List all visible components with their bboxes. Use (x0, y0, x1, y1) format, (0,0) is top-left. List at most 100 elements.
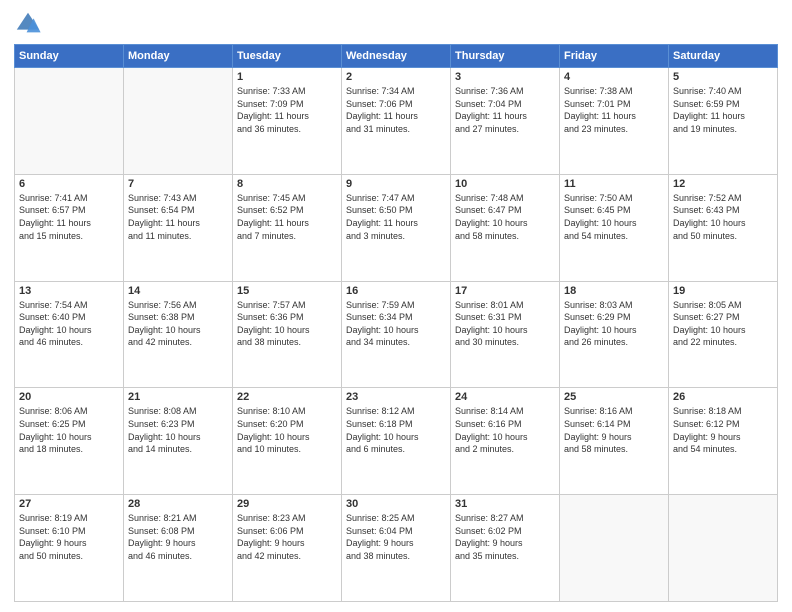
day-number: 12 (673, 178, 773, 190)
day-detail: Sunrise: 8:23 AM Sunset: 6:06 PM Dayligh… (237, 512, 337, 562)
day-number: 14 (128, 285, 228, 297)
day-number: 4 (564, 71, 664, 83)
day-number: 18 (564, 285, 664, 297)
calendar-day-header: Monday (124, 45, 233, 68)
calendar-cell: 2 Sunrise: 7:34 AM Sunset: 7:06 PM Daylig… (342, 68, 451, 175)
calendar-cell: 4 Sunrise: 7:38 AM Sunset: 7:01 PM Daylig… (560, 68, 669, 175)
day-number: 23 (346, 391, 446, 403)
page: SundayMondayTuesdayWednesdayThursdayFrid… (0, 0, 792, 612)
header (14, 10, 778, 38)
day-detail: Sunrise: 8:12 AM Sunset: 6:18 PM Dayligh… (346, 405, 446, 455)
day-number: 6 (19, 178, 119, 190)
calendar-day-header: Friday (560, 45, 669, 68)
day-detail: Sunrise: 7:56 AM Sunset: 6:38 PM Dayligh… (128, 299, 228, 349)
day-detail: Sunrise: 8:01 AM Sunset: 6:31 PM Dayligh… (455, 299, 555, 349)
calendar-cell: 3Sunrise: 7:36 AM Sunset: 7:04 PM Daylig… (451, 68, 560, 175)
calendar-cell: 5Sunrise: 7:40 AM Sunset: 6:59 PM Daylig… (669, 68, 778, 175)
calendar-cell: 27 Sunrise: 8:19 AM Sunset: 6:10 PM Dayli… (15, 495, 124, 602)
day-detail: Sunrise: 7:43 AM Sunset: 6:54 PM Dayligh… (128, 192, 228, 242)
calendar-cell: 10 Sunrise: 7:48 AM Sunset: 6:47 PM Dayli… (451, 174, 560, 281)
calendar-cell: 9Sunrise: 7:47 AM Sunset: 6:50 PM Daylig… (342, 174, 451, 281)
day-number: 13 (19, 285, 119, 297)
day-number: 26 (673, 391, 773, 403)
calendar-cell (124, 68, 233, 175)
day-number: 31 (455, 498, 555, 510)
day-number: 27 (19, 498, 119, 510)
calendar-week-row: 20Sunrise: 8:06 AM Sunset: 6:25 PM Dayli… (15, 388, 778, 495)
day-number: 5 (673, 71, 773, 83)
day-detail: Sunrise: 8:10 AM Sunset: 6:20 PM Dayligh… (237, 405, 337, 455)
calendar-cell: 11Sunrise: 7:50 AM Sunset: 6:45 PM Dayli… (560, 174, 669, 281)
calendar-week-row: 1Sunrise: 7:33 AM Sunset: 7:09 PM Daylig… (15, 68, 778, 175)
day-number: 9 (346, 178, 446, 190)
calendar-cell: 25Sunrise: 8:16 AM Sunset: 6:14 PM Dayli… (560, 388, 669, 495)
day-detail: Sunrise: 7:36 AM Sunset: 7:04 PM Dayligh… (455, 85, 555, 135)
calendar-week-row: 6Sunrise: 7:41 AM Sunset: 6:57 PM Daylig… (15, 174, 778, 281)
day-number: 17 (455, 285, 555, 297)
calendar-cell: 24 Sunrise: 8:14 AM Sunset: 6:16 PM Dayli… (451, 388, 560, 495)
day-detail: Sunrise: 7:52 AM Sunset: 6:43 PM Dayligh… (673, 192, 773, 242)
calendar-cell: 13 Sunrise: 7:54 AM Sunset: 6:40 PM Dayli… (15, 281, 124, 388)
day-number: 28 (128, 498, 228, 510)
day-detail: Sunrise: 7:34 AM Sunset: 7:06 PM Dayligh… (346, 85, 446, 135)
calendar-week-row: 27 Sunrise: 8:19 AM Sunset: 6:10 PM Dayli… (15, 495, 778, 602)
day-number: 25 (564, 391, 664, 403)
calendar-cell: 31 Sunrise: 8:27 AM Sunset: 6:02 PM Dayli… (451, 495, 560, 602)
day-detail: Sunrise: 7:48 AM Sunset: 6:47 PM Dayligh… (455, 192, 555, 242)
day-number: 15 (237, 285, 337, 297)
calendar-cell: 19 Sunrise: 8:05 AM Sunset: 6:27 PM Dayli… (669, 281, 778, 388)
day-number: 1 (237, 71, 337, 83)
day-number: 24 (455, 391, 555, 403)
day-number: 7 (128, 178, 228, 190)
calendar-day-header: Thursday (451, 45, 560, 68)
calendar-cell: 23 Sunrise: 8:12 AM Sunset: 6:18 PM Dayli… (342, 388, 451, 495)
calendar-cell: 29 Sunrise: 8:23 AM Sunset: 6:06 PM Dayli… (233, 495, 342, 602)
calendar-cell (560, 495, 669, 602)
calendar-body: 1Sunrise: 7:33 AM Sunset: 7:09 PM Daylig… (15, 68, 778, 602)
day-detail: Sunrise: 8:14 AM Sunset: 6:16 PM Dayligh… (455, 405, 555, 455)
calendar-cell: 20Sunrise: 8:06 AM Sunset: 6:25 PM Dayli… (15, 388, 124, 495)
day-detail: Sunrise: 8:06 AM Sunset: 6:25 PM Dayligh… (19, 405, 119, 455)
day-detail: Sunrise: 8:25 AM Sunset: 6:04 PM Dayligh… (346, 512, 446, 562)
day-detail: Sunrise: 8:18 AM Sunset: 6:12 PM Dayligh… (673, 405, 773, 455)
calendar-cell: 26 Sunrise: 8:18 AM Sunset: 6:12 PM Dayli… (669, 388, 778, 495)
day-detail: Sunrise: 7:50 AM Sunset: 6:45 PM Dayligh… (564, 192, 664, 242)
calendar-day-header: Tuesday (233, 45, 342, 68)
calendar-day-header: Wednesday (342, 45, 451, 68)
day-detail: Sunrise: 7:38 AM Sunset: 7:01 PM Dayligh… (564, 85, 664, 135)
calendar-cell: 17 Sunrise: 8:01 AM Sunset: 6:31 PM Dayli… (451, 281, 560, 388)
calendar-cell: 12 Sunrise: 7:52 AM Sunset: 6:43 PM Dayli… (669, 174, 778, 281)
day-detail: Sunrise: 8:08 AM Sunset: 6:23 PM Dayligh… (128, 405, 228, 455)
day-detail: Sunrise: 8:27 AM Sunset: 6:02 PM Dayligh… (455, 512, 555, 562)
day-detail: Sunrise: 7:59 AM Sunset: 6:34 PM Dayligh… (346, 299, 446, 349)
calendar-cell: 28 Sunrise: 8:21 AM Sunset: 6:08 PM Dayli… (124, 495, 233, 602)
day-number: 30 (346, 498, 446, 510)
calendar-cell: 30 Sunrise: 8:25 AM Sunset: 6:04 PM Dayli… (342, 495, 451, 602)
day-detail: Sunrise: 7:54 AM Sunset: 6:40 PM Dayligh… (19, 299, 119, 349)
day-number: 2 (346, 71, 446, 83)
calendar-cell: 21 Sunrise: 8:08 AM Sunset: 6:23 PM Dayli… (124, 388, 233, 495)
calendar-cell: 18 Sunrise: 8:03 AM Sunset: 6:29 PM Dayli… (560, 281, 669, 388)
calendar-day-header: Sunday (15, 45, 124, 68)
day-detail: Sunrise: 8:03 AM Sunset: 6:29 PM Dayligh… (564, 299, 664, 349)
calendar-header-row: SundayMondayTuesdayWednesdayThursdayFrid… (15, 45, 778, 68)
day-number: 16 (346, 285, 446, 297)
calendar-week-row: 13 Sunrise: 7:54 AM Sunset: 6:40 PM Dayli… (15, 281, 778, 388)
day-number: 29 (237, 498, 337, 510)
day-number: 21 (128, 391, 228, 403)
calendar-cell (15, 68, 124, 175)
calendar-cell: 8Sunrise: 7:45 AM Sunset: 6:52 PM Daylig… (233, 174, 342, 281)
day-detail: Sunrise: 8:21 AM Sunset: 6:08 PM Dayligh… (128, 512, 228, 562)
calendar-cell: 1Sunrise: 7:33 AM Sunset: 7:09 PM Daylig… (233, 68, 342, 175)
day-number: 19 (673, 285, 773, 297)
calendar-cell (669, 495, 778, 602)
day-number: 10 (455, 178, 555, 190)
calendar-cell: 22Sunrise: 8:10 AM Sunset: 6:20 PM Dayli… (233, 388, 342, 495)
calendar-table: SundayMondayTuesdayWednesdayThursdayFrid… (14, 44, 778, 602)
day-detail: Sunrise: 8:19 AM Sunset: 6:10 PM Dayligh… (19, 512, 119, 562)
logo-icon (14, 10, 42, 38)
day-detail: Sunrise: 8:05 AM Sunset: 6:27 PM Dayligh… (673, 299, 773, 349)
day-detail: Sunrise: 7:45 AM Sunset: 6:52 PM Dayligh… (237, 192, 337, 242)
calendar-cell: 14 Sunrise: 7:56 AM Sunset: 6:38 PM Dayli… (124, 281, 233, 388)
calendar-cell: 6Sunrise: 7:41 AM Sunset: 6:57 PM Daylig… (15, 174, 124, 281)
